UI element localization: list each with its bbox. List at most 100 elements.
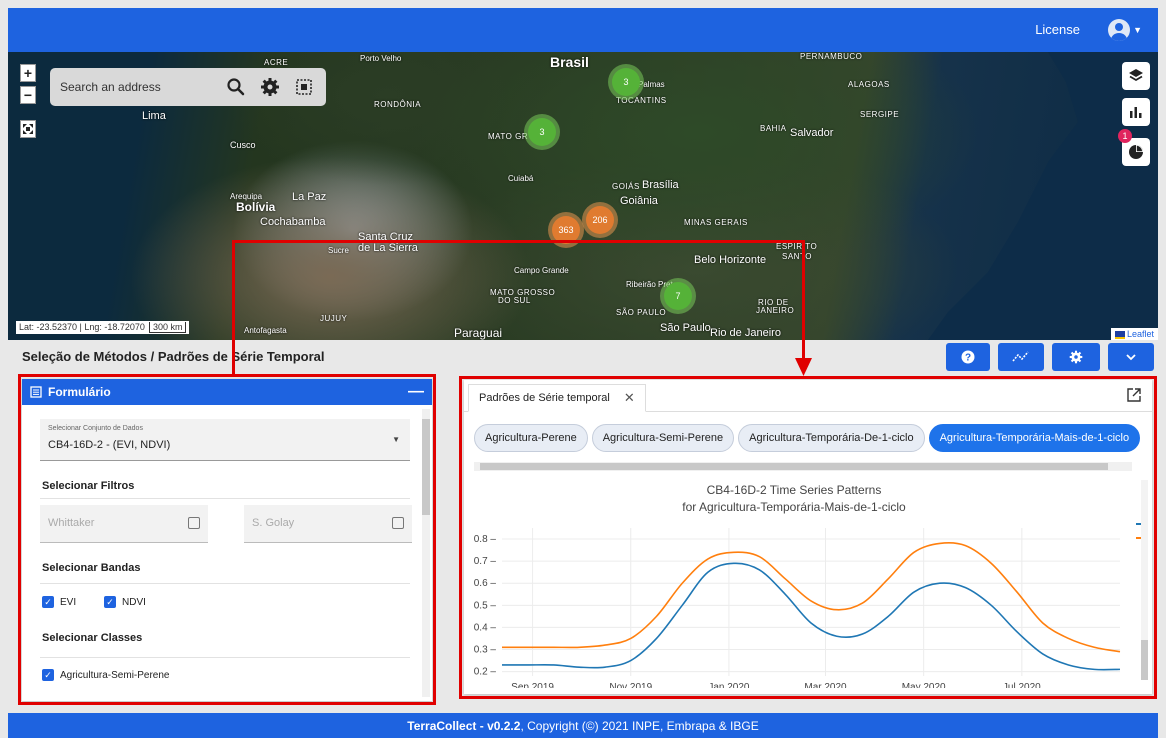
license-link[interactable]: License <box>1035 22 1080 37</box>
open-external-icon[interactable] <box>1126 387 1142 403</box>
leaflet-attribution[interactable]: Leaflet <box>1110 328 1158 340</box>
help-icon: ? <box>961 350 975 364</box>
y-tick-label: 0.2 – <box>474 667 497 678</box>
gear-icon[interactable] <box>260 77 280 97</box>
chip-agricultura-perene[interactable]: Agricultura-Perene <box>474 424 588 452</box>
line-chart-icon <box>1012 351 1029 362</box>
scrollbar-thumb[interactable] <box>422 419 430 515</box>
map-label-sao-paulo-state: SÃO PAULO <box>616 308 667 317</box>
filter-whittaker[interactable]: Whittaker <box>40 505 208 543</box>
map-label-paraguai: Paraguai <box>454 326 503 340</box>
form-icon <box>30 386 42 398</box>
x-tick-label: Nov 2019 <box>609 682 652 688</box>
map-label-sao-paulo: São Paulo <box>660 322 711 334</box>
map-label-sucre: Sucre <box>328 246 349 255</box>
dataset-select-label: Selecionar Conjunto de Dados <box>48 425 143 432</box>
chevron-down-icon <box>1126 354 1136 361</box>
caret-down-icon: ▼ <box>392 435 400 444</box>
map-view[interactable]: Brasil Bolívia Paraguai Lima La Paz Coch… <box>8 52 1158 340</box>
scale-bar: 300 km <box>148 322 187 333</box>
map-label-mato-grosso: MATO GR <box>488 132 529 141</box>
form-title: Formulário <box>48 385 111 399</box>
filter-whittaker-checkbox[interactable] <box>188 517 200 529</box>
close-icon[interactable]: ✕ <box>624 390 635 406</box>
form-scrollbar[interactable] <box>422 409 430 697</box>
filter-sgolay-checkbox[interactable] <box>392 517 404 529</box>
zoom-out-button[interactable]: − <box>20 86 36 104</box>
map-label-rondonia: RONDÔNIA <box>374 100 422 109</box>
map-label-tocantins: TOCANTINS <box>616 96 667 105</box>
collapse-button[interactable] <box>1108 343 1154 371</box>
map-label-minas-gerais: MINAS GERAIS <box>684 218 748 227</box>
x-tick-label: May 2020 <box>902 682 946 688</box>
dataset-select[interactable]: Selecionar Conjunto de Dados CB4-16D-2 -… <box>40 419 410 461</box>
map-label-cuiaba: Cuiabá <box>508 174 534 183</box>
y-tick-label: 0.3 – <box>474 644 497 655</box>
class-semi-perene-label: Agricultura-Semi-Perene <box>60 669 170 681</box>
class-semi-perene-checkbox[interactable]: ✓ Agricultura-Semi-Perene <box>42 669 170 681</box>
chart-subtitle: for Agricultura-Temporária-Mais-de-1-cic… <box>682 500 906 514</box>
y-tick-label: 0.8 – <box>474 534 497 545</box>
map-label-brasilia: Brasília <box>642 179 679 191</box>
tab-time-series-patterns[interactable]: Padrões de Série temporal ✕ <box>468 384 646 412</box>
highlight-connector <box>232 240 804 243</box>
coords-text: Lat: -23.52370 | Lng: -18.72070 <box>19 322 145 332</box>
chip-agricultura-temporaria-1-ciclo[interactable]: Agricultura-Temporária-De-1-ciclo <box>738 424 925 452</box>
chips-scrollbar[interactable] <box>474 462 1132 471</box>
area-select-icon[interactable] <box>294 77 314 97</box>
minimize-icon[interactable]: — <box>408 383 424 401</box>
map-label-bahia: BAHIA <box>760 124 787 133</box>
search-icon[interactable] <box>226 77 246 97</box>
checkmark-icon: ✓ <box>42 669 54 681</box>
map-label-arequipa: Arequipa <box>230 192 263 201</box>
gear-icon <box>1069 350 1083 364</box>
user-menu[interactable]: ▼ <box>1108 19 1142 41</box>
fullscreen-button[interactable] <box>20 120 36 138</box>
band-ndvi-checkbox[interactable]: ✓ NDVI <box>104 596 146 608</box>
x-tick-label: Sep 2019 <box>511 682 554 688</box>
scrollbar-thumb[interactable] <box>480 463 1108 470</box>
help-button[interactable]: ? <box>946 343 990 371</box>
y-tick-label: 0.7 – <box>474 556 497 567</box>
timeseries-button[interactable] <box>998 343 1044 371</box>
map-label-goiania: Goiânia <box>620 195 658 207</box>
dataset-select-value: CB4-16D-2 - (EVI, NDVI) <box>48 439 171 451</box>
map-label-la-paz: La Paz <box>292 191 327 203</box>
zoom-in-button[interactable]: + <box>20 64 36 82</box>
band-evi-checkbox[interactable]: ✓ EVI <box>42 596 76 608</box>
chart-title: CB4-16D-2 Time Series Patterns <box>707 483 882 497</box>
divider <box>40 657 410 658</box>
highlight-arrow-icon <box>795 358 812 376</box>
marker-cluster[interactable]: 3 <box>528 118 556 146</box>
map-label-pernambuco: PERNAMBUCO <box>800 52 863 61</box>
map-label-rj-2: JANEIRO <box>756 306 795 315</box>
time-series-chart[interactable]: CB4-16D-2 Time Series Patterns for Agric… <box>464 476 1148 688</box>
map-label-cusco: Cusco <box>230 140 256 150</box>
map-label-campo-grande: Campo Grande <box>514 266 569 275</box>
map-label-rio-de-janeiro: Rio de Janeiro <box>710 327 781 339</box>
layers-button[interactable] <box>1122 62 1150 90</box>
class-chip-list: Agricultura-Perene Agricultura-Semi-Peren… <box>474 424 1152 452</box>
pie-chart-icon <box>1129 145 1143 159</box>
marker-cluster[interactable]: 3 <box>612 68 640 96</box>
section-title: Seleção de Métodos / Padrões de Série Te… <box>22 349 325 364</box>
chip-agricultura-temporaria-mais-1-ciclo[interactable]: Agricultura-Temporária-Mais-de-1-ciclo <box>928 424 1141 452</box>
map-label-belo-horizonte: Belo Horizonte <box>694 254 767 266</box>
tab-bar: Padrões de Série temporal ✕ <box>464 380 1152 412</box>
chip-agricultura-semi-perene[interactable]: Agricultura-Semi-Perene <box>591 424 735 452</box>
search-input[interactable] <box>60 78 210 96</box>
series-line-0 <box>502 562 1121 671</box>
chart-grid <box>502 528 1120 676</box>
chart-button[interactable] <box>1122 98 1150 126</box>
notification-badge: 1 <box>1118 129 1132 143</box>
filter-whittaker-label: Whittaker <box>48 517 95 529</box>
x-tick-label: Mar 2020 <box>804 682 847 688</box>
settings-button[interactable] <box>1052 343 1100 371</box>
scrollbar-thumb[interactable] <box>1141 640 1148 680</box>
map-label-santo: SANTO <box>782 252 812 261</box>
footer: TerraCollect - v0.2.2, Copyright (©) 202… <box>8 713 1158 738</box>
marker-cluster[interactable]: 206 <box>586 206 614 234</box>
chart-scrollbar[interactable] <box>1141 480 1148 680</box>
filter-sgolay[interactable]: S. Golay <box>244 505 412 543</box>
marker-cluster[interactable]: 7 <box>664 282 692 310</box>
